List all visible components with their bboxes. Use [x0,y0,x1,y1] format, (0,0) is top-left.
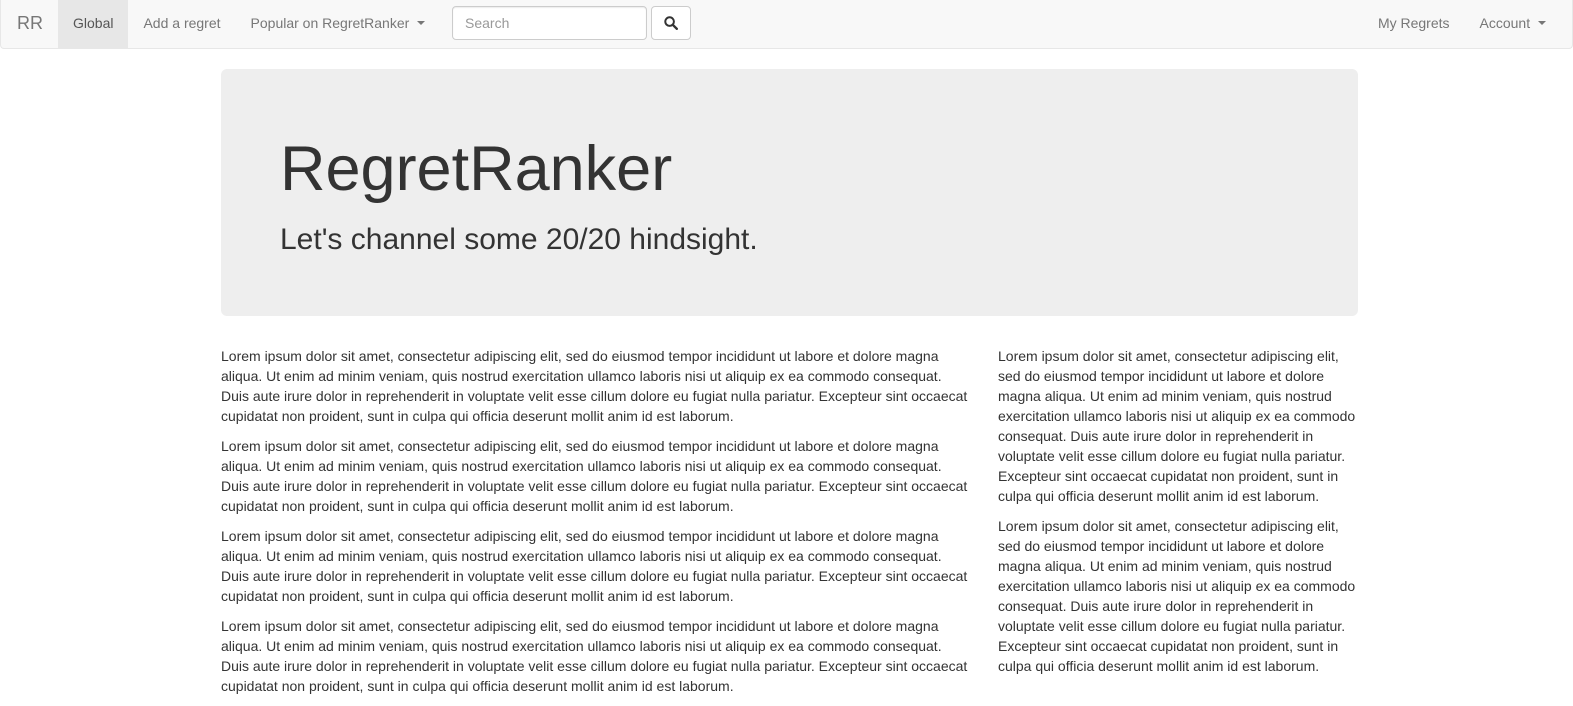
body-paragraph: Lorem ipsum dolor sit amet, consectetur … [221,528,968,604]
jumbotron: RegretRanker Let's channel some 20/20 hi… [221,69,1358,316]
nav-item-global[interactable]: Global [58,0,129,48]
nav-item-account-dropdown[interactable]: Account [1465,0,1561,48]
nav-item-global-label: Global [73,15,114,31]
nav-right: My Regrets Account [1363,0,1561,48]
caret-down-icon [417,21,426,26]
nav-item-my-regrets[interactable]: My Regrets [1363,0,1465,48]
page-subtitle: Let's channel some 20/20 hindsight. [280,223,758,256]
search-button[interactable] [651,6,691,40]
side-column: Lorem ipsum dolor sit amet, consectetur … [998,346,1358,686]
navbar: RR Global Add a regret Popular on Regret… [0,0,1573,49]
body-paragraph: Lorem ipsum dolor sit amet, consectetur … [221,438,968,514]
nav-item-add-regret-label: Add a regret [143,15,221,31]
main-column: Lorem ipsum dolor sit amet, consectetur … [221,346,971,706]
caret-down-icon [1538,21,1546,26]
search-input[interactable] [452,6,647,40]
nav-item-popular-dropdown[interactable]: Popular on RegretRanker [236,0,441,48]
nav-item-popular-label: Popular on RegretRanker [250,15,410,31]
nav-left: Global Add a regret Popular on RegretRan… [58,0,440,48]
nav-item-my-regrets-label: My Regrets [1377,15,1450,31]
nav-item-account-label: Account [1479,15,1531,31]
nav-item-add-regret[interactable]: Add a regret [128,0,235,48]
brand-link[interactable]: RR [2,0,58,48]
body-paragraph: Lorem ipsum dolor sit amet, consectetur … [221,348,968,424]
search-icon [664,16,678,30]
side-paragraph: Lorem ipsum dolor sit amet, consectetur … [998,348,1356,504]
side-paragraph: Lorem ipsum dolor sit amet, consectetur … [998,518,1356,674]
body-paragraph: Lorem ipsum dolor sit amet, consectetur … [221,618,968,694]
page-title: RegretRanker [280,134,673,204]
